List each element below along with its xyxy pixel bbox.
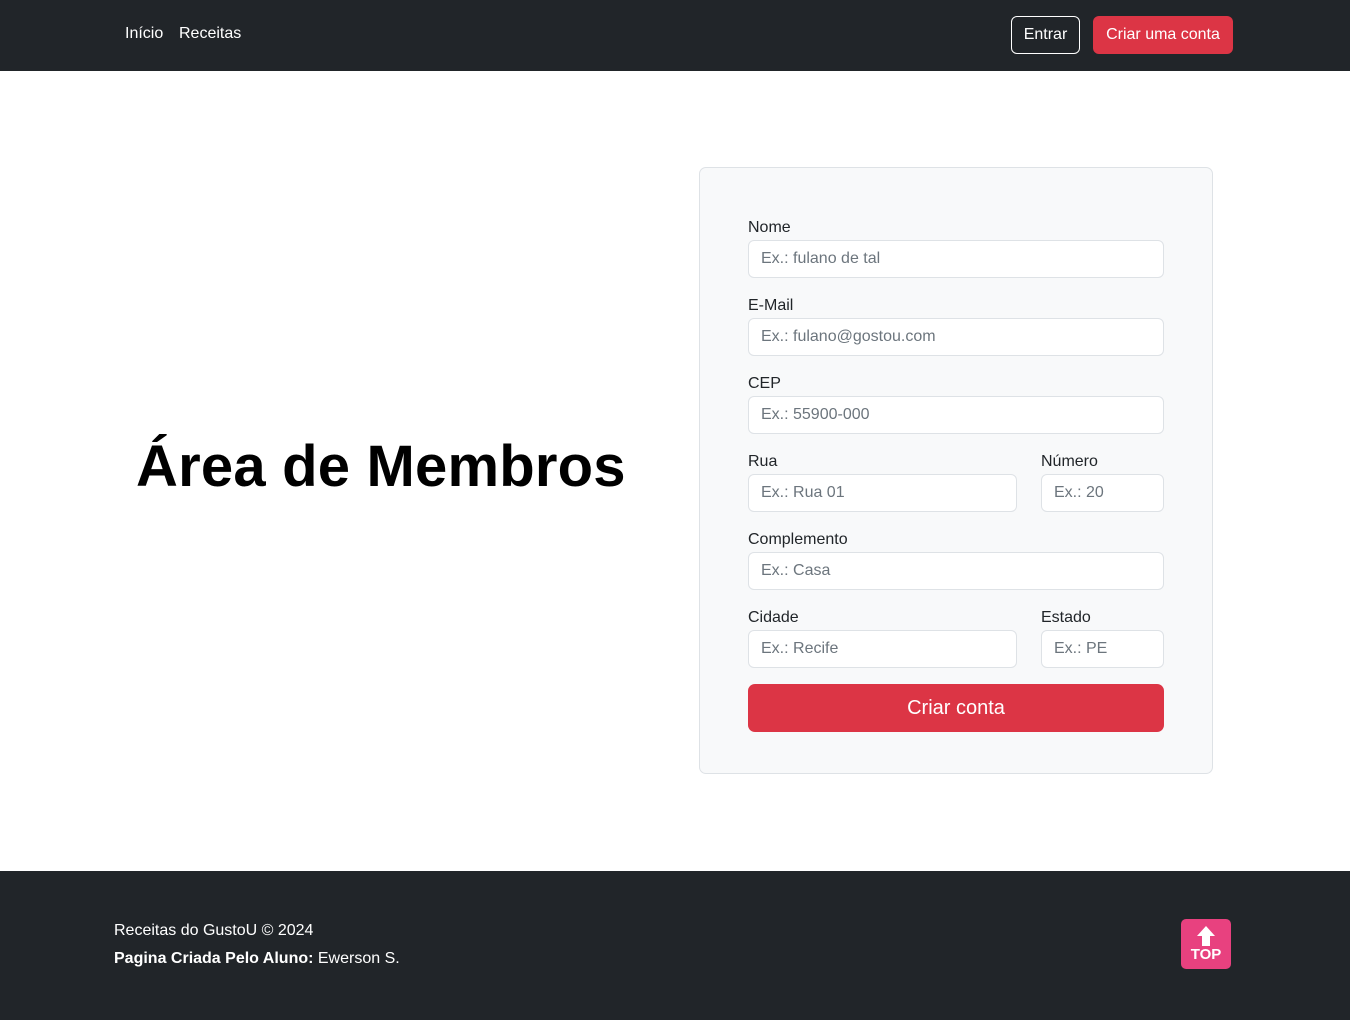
footer-author-label: Pagina Criada Pelo Aluno:: [114, 950, 314, 967]
nome-input[interactable]: [748, 240, 1164, 278]
footer-copyright: Receitas do GustoU © 2024: [114, 922, 314, 939]
signup-nav-button[interactable]: Criar uma conta: [1093, 16, 1233, 54]
footer: [0, 871, 1350, 1020]
nome-label: Nome: [748, 219, 791, 236]
login-button[interactable]: Entrar: [1011, 16, 1080, 54]
estado-input[interactable]: [1041, 630, 1164, 668]
back-to-top-button[interactable]: TOP: [1181, 919, 1231, 969]
cep-input[interactable]: [748, 396, 1164, 434]
footer-author-name: Ewerson S.: [313, 950, 400, 967]
cidade-label: Cidade: [748, 609, 799, 626]
arrow-up-icon: [1197, 926, 1215, 946]
numero-input[interactable]: [1041, 474, 1164, 512]
estado-label: Estado: [1041, 609, 1091, 626]
numero-label: Número: [1041, 453, 1098, 470]
nav-link-receitas[interactable]: Receitas: [179, 24, 241, 44]
create-account-button[interactable]: Criar conta: [748, 684, 1164, 732]
rua-label: Rua: [748, 453, 778, 470]
email-input[interactable]: [748, 318, 1164, 356]
rua-input[interactable]: [748, 474, 1017, 512]
back-to-top-label: TOP: [1190, 946, 1222, 963]
complemento-input[interactable]: [748, 552, 1164, 590]
cidade-input[interactable]: [748, 630, 1017, 668]
cep-label: CEP: [748, 375, 781, 392]
navbar: Início Receitas Entrar Criar uma conta: [0, 0, 1350, 71]
email-label: E-Mail: [748, 297, 794, 314]
page-title: Área de Membros: [136, 434, 626, 499]
footer-author: Pagina Criada Pelo Aluno: Ewerson S.: [114, 949, 400, 969]
nav-link-inicio[interactable]: Início: [125, 24, 163, 44]
complemento-label: Complemento: [748, 531, 848, 548]
